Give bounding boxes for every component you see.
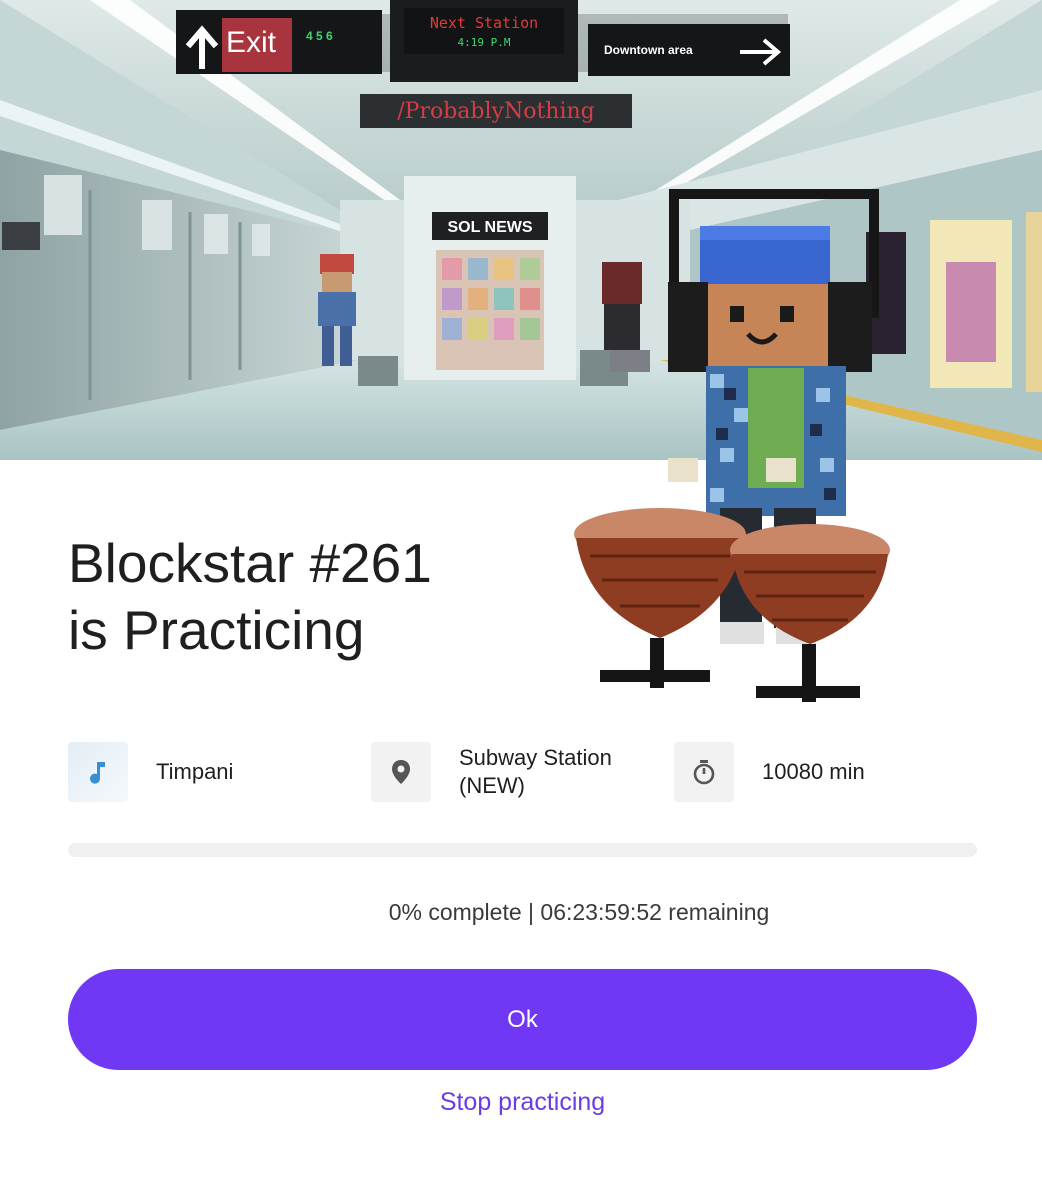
downtown-sign-text: Downtown area <box>604 43 693 57</box>
probably-nothing-banner: /ProbablyNothing <box>360 94 632 128</box>
title-line-1: Blockstar #261 <box>68 532 432 594</box>
instrument-info: Timpani <box>68 742 233 802</box>
train-lines-text: 4 5 6 <box>306 29 333 43</box>
exit-sign-text: Exit <box>226 26 277 59</box>
page-title: Blockstar #261 is Practicing <box>68 530 538 664</box>
duration-info: 10080 min <box>674 742 865 802</box>
stopwatch-icon <box>674 742 734 802</box>
progress-bar <box>68 843 977 857</box>
sol-news-sign: SOL NEWS <box>447 219 532 236</box>
duration-label: 10080 min <box>762 759 865 784</box>
blockstar-character-image <box>570 178 890 718</box>
music-note-icon <box>68 742 128 802</box>
stop-practicing-link[interactable]: Stop practicing <box>0 1088 1042 1117</box>
next-station-text: Next Station <box>430 14 538 32</box>
location-pin-icon <box>371 742 431 802</box>
station-time-text: 4:19 P.M <box>458 36 511 49</box>
progress-status-text: 0% complete | 06:23:59:52 remaining <box>388 899 770 925</box>
ok-button[interactable]: Ok <box>68 969 977 1070</box>
location-info: Subway Station (NEW) <box>371 742 649 802</box>
next-station-sign: Next Station 4:19 P.M <box>390 0 578 82</box>
downtown-sign: Downtown area <box>588 24 790 76</box>
title-line-2: is Practicing <box>68 599 365 661</box>
location-label: Subway Station (NEW) <box>459 745 612 798</box>
exit-sign: Exit 4 5 6 <box>176 10 382 74</box>
instrument-label: Timpani <box>156 759 234 784</box>
banner-text: /ProbablyNothing <box>397 99 595 124</box>
